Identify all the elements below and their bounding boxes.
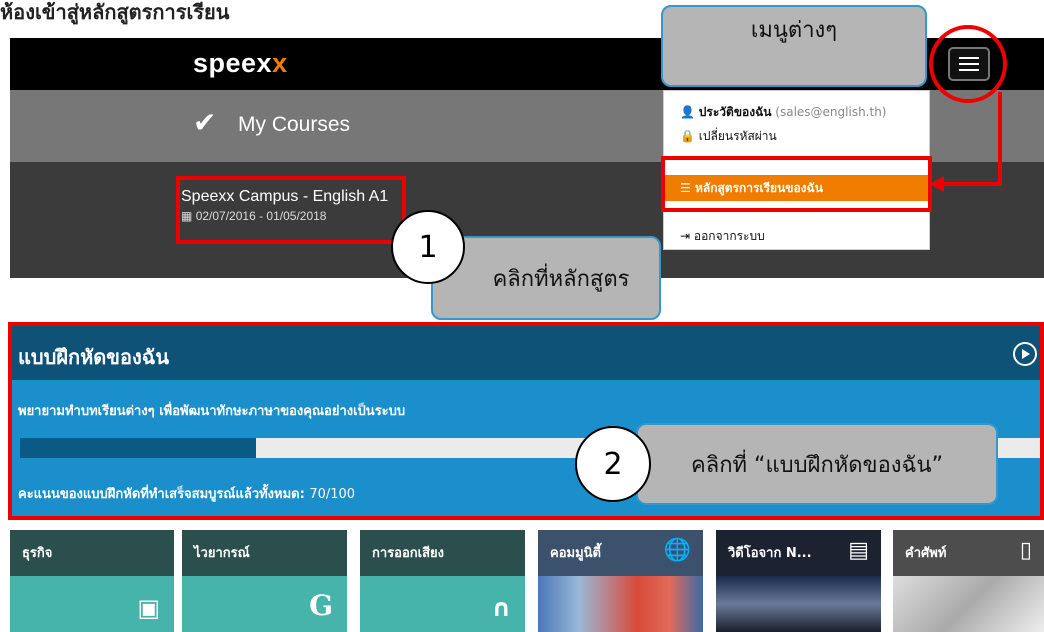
menu-highlight-box xyxy=(661,156,932,212)
hamburger-line-icon xyxy=(959,63,979,65)
tile-video[interactable]: วิดีโอจาก N... ▤ xyxy=(716,530,881,632)
menu-profile-email: (sales@english.th) xyxy=(775,105,887,119)
menu-button[interactable] xyxy=(948,47,990,81)
tile-grammar[interactable]: ไวยากรณ์ G xyxy=(182,530,347,632)
tile-vocabulary-image xyxy=(893,576,1044,632)
tile-pronunciation-label: การออกเสียง xyxy=(372,546,444,561)
mobile-icon: ▯ xyxy=(1019,538,1032,563)
menu-logout-label: ออกจากระบบ xyxy=(693,229,765,243)
callout-step2: คลิกที่ “แบบฝึกหัดของฉัน” xyxy=(636,423,998,505)
money-icon: ▣ xyxy=(137,594,160,622)
logout-icon: ⇥ xyxy=(680,229,691,243)
step1-number: 1 xyxy=(418,229,438,265)
callout-menus-text: เมนูต่างๆ xyxy=(750,17,838,43)
tile-pronunciation-footer: ∩ xyxy=(360,576,525,632)
hamburger-line-icon xyxy=(959,57,979,59)
step1-badge: 1 xyxy=(391,210,465,284)
film-icon: ▤ xyxy=(848,538,869,563)
callout-menus: เมนูต่างๆ xyxy=(661,5,927,87)
globe-icon: 🌐 xyxy=(663,538,691,563)
speexx-logo[interactable]: speexx xyxy=(193,48,288,79)
menu-item-logout[interactable]: ⇥ ออกจากระบบ xyxy=(680,227,765,246)
headphones-icon: ∩ xyxy=(491,594,512,622)
menu-item-change-password[interactable]: 🔒 เปลี่ยนรหัสผ่าน xyxy=(680,127,777,146)
tile-community-image xyxy=(538,576,703,632)
course-highlight-box xyxy=(176,176,406,244)
step2-badge: 2 xyxy=(575,426,651,502)
logo-text: speex xyxy=(193,48,273,78)
tile-grammar-label: ไวยากรณ์ xyxy=(194,546,250,561)
tile-business[interactable]: ธุรกิจ ▣ xyxy=(10,530,174,632)
tile-pronunciation[interactable]: การออกเสียง ∩ xyxy=(360,530,525,632)
page-heading: ห้องเข้าสู่หลักสูตรการเรียน xyxy=(0,0,230,24)
hamburger-line-icon xyxy=(959,69,979,71)
tile-video-image xyxy=(716,576,881,632)
callout-step1: คลิกที่หลักสูตร xyxy=(431,236,661,320)
tile-business-footer: ▣ xyxy=(10,576,174,632)
menu-change-password-label: เปลี่ยนรหัสผ่าน xyxy=(698,129,777,143)
tile-grammar-footer: G xyxy=(182,576,347,632)
menu-profile-label: ประวัติของฉัน xyxy=(698,105,772,119)
grammar-g-icon: G xyxy=(309,589,333,622)
my-courses-title: My Courses xyxy=(238,113,351,136)
tile-vocabulary[interactable]: คำศัพท์ ▯ xyxy=(893,530,1044,632)
callout-step2-text: คลิกที่ “แบบฝึกหัดของฉัน” xyxy=(691,452,943,478)
lock-icon: 🔒 xyxy=(680,129,695,143)
menu-item-profile[interactable]: 👤 ประวัติของฉัน (sales@english.th) xyxy=(680,103,887,122)
callout-step1-text: คลิกที่หลักสูตร xyxy=(492,266,630,292)
checkmark-icon: ✔ xyxy=(193,106,217,139)
logo-x: x xyxy=(272,48,288,78)
tile-community[interactable]: คอมมูนิตี้ 🌐 xyxy=(538,530,703,632)
tile-business-label: ธุรกิจ xyxy=(22,546,53,561)
user-icon: 👤 xyxy=(680,105,695,119)
step2-number: 2 xyxy=(603,446,623,482)
